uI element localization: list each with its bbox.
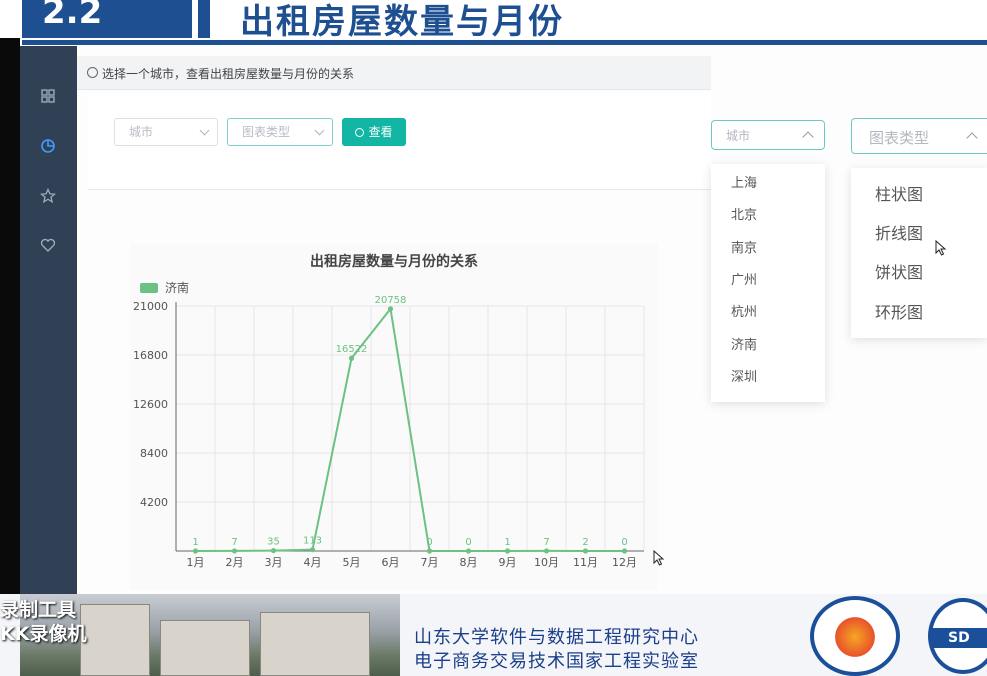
chart-type-option-bar[interactable]: 柱状图 xyxy=(851,182,987,212)
data-point xyxy=(309,547,316,553)
data-point xyxy=(192,548,199,554)
section-number: 2.2 xyxy=(22,0,192,38)
university-logo-text: SD xyxy=(932,628,987,648)
chart-type-option-line[interactable]: 折线图 xyxy=(851,221,987,251)
mouse-cursor-icon xyxy=(653,550,665,566)
city-option-guangzhou[interactable]: 广州 xyxy=(711,271,825,301)
data-point xyxy=(504,548,511,554)
chart-type-dropdown-menu: 柱状图 折线图 饼状图 环形图 xyxy=(851,168,987,338)
y-tick-label: 21000 xyxy=(133,300,168,313)
data-point xyxy=(387,306,394,312)
data-label: 0 xyxy=(465,537,471,548)
header-accent-bar xyxy=(198,0,210,38)
mouse-cursor-icon xyxy=(935,240,947,256)
grid-icon[interactable] xyxy=(38,88,58,108)
lab-name-line-1: 山东大学软件与数据工程研究中心 xyxy=(414,627,699,648)
city-option-shenzhen[interactable]: 深圳 xyxy=(711,368,825,398)
slide-header: 2.2 出租房屋数量与月份 xyxy=(0,0,987,46)
x-tick-label: 5月 xyxy=(343,556,361,569)
data-point xyxy=(543,548,550,554)
breadcrumb-bar: 选择一个城市，查看出租房屋数量与月份的关系 xyxy=(77,56,711,90)
city-select[interactable]: 城市 xyxy=(114,118,218,146)
data-label: 20758 xyxy=(375,295,407,306)
slide-title: 出租房屋数量与月份 xyxy=(240,2,564,42)
legend-label: 济南 xyxy=(165,280,189,295)
city-dropdown-menu: 上海 北京 南京 广州 杭州 济南 深圳 xyxy=(711,164,825,402)
data-label: 1 xyxy=(504,537,510,548)
city-select-open[interactable]: 城市 xyxy=(711,120,825,150)
data-point xyxy=(270,547,277,554)
chevron-up-icon xyxy=(966,132,978,144)
data-label: 113 xyxy=(303,536,322,547)
city-option-beijing[interactable]: 北京 xyxy=(711,206,825,236)
x-tick-label: 8月 xyxy=(460,556,478,569)
city-select-placeholder: 城市 xyxy=(129,125,154,139)
y-tick-label: 4200 xyxy=(140,496,168,509)
data-label: 0 xyxy=(426,537,432,548)
watermark-line-1: 录制工具 xyxy=(0,599,77,621)
data-label: 2 xyxy=(582,537,588,548)
x-tick-label: 2月 xyxy=(226,556,244,569)
sidebar xyxy=(20,46,77,598)
recorder-watermark: 录制工具 KK录像机 xyxy=(0,598,86,646)
data-label: 0 xyxy=(621,537,627,548)
data-point xyxy=(348,355,355,361)
heart-icon[interactable] xyxy=(38,237,58,257)
screen-edge xyxy=(0,38,20,598)
data-label: 16522 xyxy=(336,344,368,355)
y-tick-label: 12600 xyxy=(133,398,168,411)
x-tick-label: 6月 xyxy=(382,556,400,569)
data-point xyxy=(231,548,238,554)
chart-type-option-ring[interactable]: 环形图 xyxy=(851,300,987,330)
query-button-label: 查看 xyxy=(368,125,393,139)
watermark-line-2: KK录像机 xyxy=(0,623,87,645)
chart-type-option-pie[interactable]: 饼状图 xyxy=(851,260,987,290)
header-divider xyxy=(22,40,987,45)
city-option-hangzhou[interactable]: 杭州 xyxy=(711,303,825,333)
x-tick-label: 4月 xyxy=(304,556,322,569)
clock-icon xyxy=(87,67,98,78)
chart-type-select-open[interactable]: 图表类型 xyxy=(851,118,987,154)
line-chart: 出租房屋数量与月份的关系 济南 4200 8400 12600 16800 21000 1… xyxy=(130,244,658,590)
y-tick-label: 8400 xyxy=(140,447,168,460)
x-tick-label: 9月 xyxy=(499,556,517,569)
screen: 2.2 出租房屋数量与月份 选择一个城市，查看出租房屋数量与月份的关系 城市 图… xyxy=(0,0,987,676)
data-point xyxy=(465,548,472,554)
city-option-shanghai[interactable]: 上海 xyxy=(711,174,825,204)
city-option-jinan[interactable]: 济南 xyxy=(711,336,825,366)
data-point xyxy=(621,548,628,554)
search-icon xyxy=(355,128,365,137)
y-tick-label: 16800 xyxy=(133,349,168,362)
x-tick-label: 7月 xyxy=(421,556,439,569)
chevron-down-icon xyxy=(199,125,210,136)
x-tick-label: 12月 xyxy=(612,556,637,569)
lab-name-line-2: 电子商务交易技术国家工程实验室 xyxy=(414,651,699,672)
data-label: 1 xyxy=(192,537,198,548)
chart-type-select-placeholder: 图表类型 xyxy=(869,129,930,147)
city-select-placeholder: 城市 xyxy=(726,129,751,143)
data-point xyxy=(582,548,589,554)
legend-swatch xyxy=(140,283,158,293)
chevron-down-icon xyxy=(314,125,325,136)
lab-logo xyxy=(810,596,900,676)
data-label: 7 xyxy=(543,537,549,548)
chart-title: 出租房屋数量与月份的关系 xyxy=(310,253,478,270)
star-icon[interactable] xyxy=(38,188,58,208)
x-tick-label: 1月 xyxy=(187,556,205,569)
query-button[interactable]: 查看 xyxy=(342,118,406,146)
x-tick-label: 11月 xyxy=(573,556,598,569)
data-point xyxy=(426,548,433,554)
x-tick-label: 3月 xyxy=(265,556,283,569)
chart-type-select[interactable]: 图表类型 xyxy=(227,118,333,146)
city-option-nanjing[interactable]: 南京 xyxy=(711,239,825,269)
data-label: 7 xyxy=(231,537,237,548)
chart-canvas: 出租房屋数量与月份的关系 济南 420084001260016800210001… xyxy=(133,253,645,569)
data-label: 35 xyxy=(267,537,280,548)
lab-name: 山东大学软件与数据工程研究中心 电子商务交易技术国家工程实验室 xyxy=(414,626,699,674)
chart-type-select-placeholder: 图表类型 xyxy=(242,125,291,139)
chevron-up-icon xyxy=(802,131,814,143)
pie-chart-icon[interactable] xyxy=(38,138,58,158)
breadcrumb: 选择一个城市，查看出租房屋数量与月份的关系 xyxy=(102,67,355,81)
x-tick-label: 10月 xyxy=(534,556,559,569)
